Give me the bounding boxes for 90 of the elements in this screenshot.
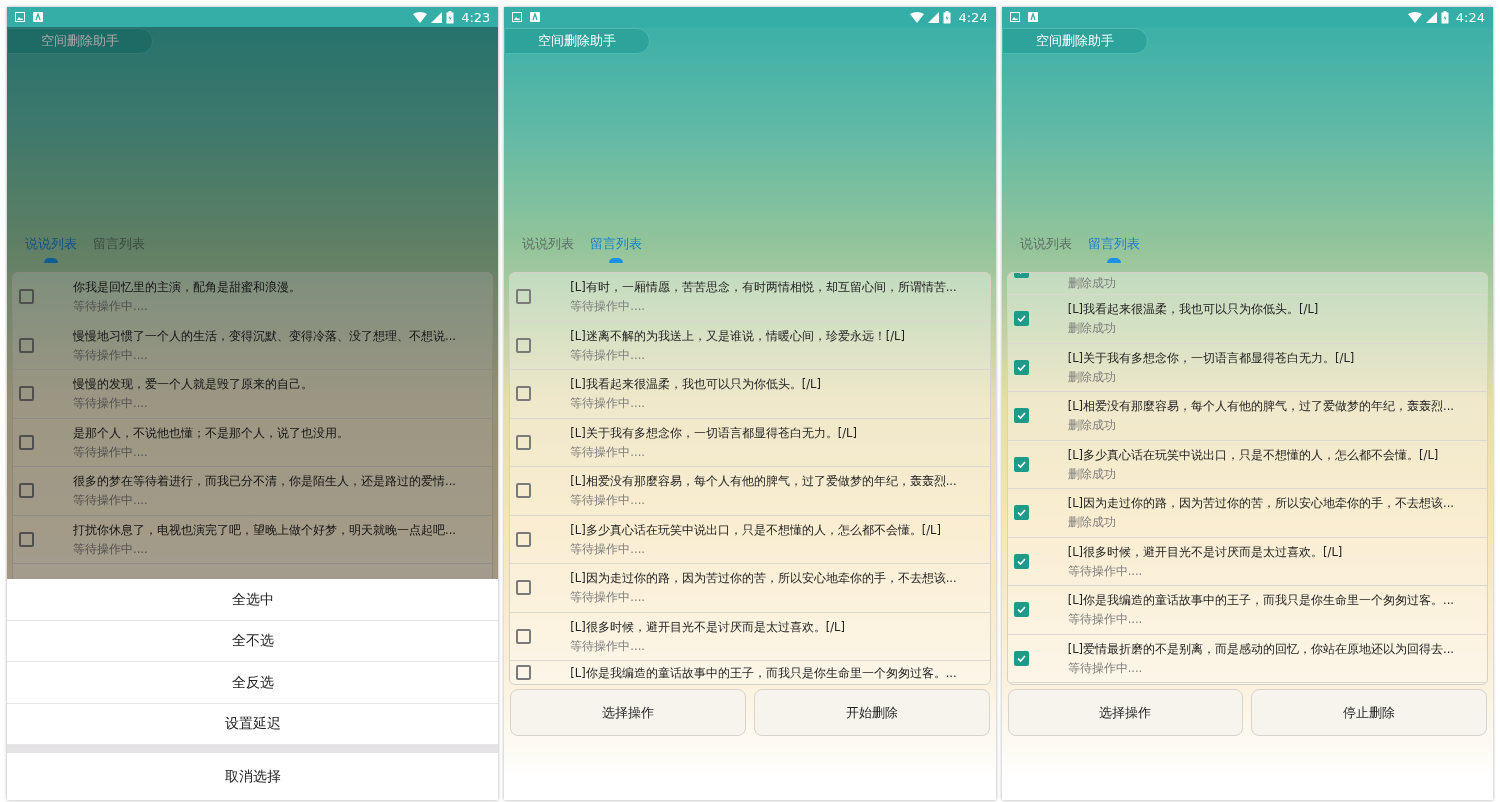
row-status: 删除成功 [1067,418,1117,434]
row-status: 等待操作中.... [570,638,646,654]
action-button[interactable]: 选择操作 [510,689,746,736]
checkbox[interactable] [516,434,532,450]
row-status: 等待操作中.... [570,590,646,606]
sheet-option[interactable]: 全反选 [7,662,499,704]
action-button[interactable]: 开始删除 [754,689,990,736]
row-status: 等待操作中.... [1067,612,1144,628]
checkbox[interactable] [516,628,532,644]
row-status: 等待操作中.... [73,444,149,460]
row-text: [L]关于我有多想念你，一切语言都显得苍白无力。[/L] [1067,349,1355,366]
image-icon [15,12,25,22]
row-status: 等待操作中.... [73,299,149,315]
row-text: [L]关于我有多想念你，一切语言都显得苍白无力。[/L] [570,424,857,441]
row-status: 等待操作中.... [73,396,149,412]
row-text: [L]很多时候，避开目光不是讨厌而是太过喜欢。[/L] [1067,543,1343,560]
row-text: 慢慢地习惯了一个人的生活，变得沉默、变得冷落、没了想理、不想说... [73,327,456,344]
row-status: 删除成功 [1067,515,1117,531]
checkbox[interactable] [516,337,532,353]
row-text: [L]我看起来很温柔，我也可以只为你低头。[/L] [1067,301,1319,318]
app-notification-icon [530,12,541,22]
app-notification-icon [1027,12,1038,22]
row-text: 很多的梦在等待着进行，而我已分不清，你是陌生人，还是路过的爱情... [73,473,456,490]
row-text: [L]你是我编造的童话故事中的王子，而我只是你生命里一个匆匆过客。... [570,665,957,681]
checkbox[interactable] [19,434,34,450]
row-text: [L]迷离不解的为我送上，又是谁说，情暖心间，珍爱永远！[/L] [570,327,905,344]
image-icon [512,12,523,22]
row-text: [L]相爱没有那麼容易，每个人有他的脾气，过了爱做梦的年纪，轰轰烈... [1067,398,1454,415]
row-status: 等待操作中.... [570,299,646,315]
checkbox[interactable] [516,386,532,402]
action-button[interactable]: 停止删除 [1251,689,1487,736]
row-status: 等待操作中.... [1067,660,1144,676]
row-status: 等待操作中.... [73,347,149,363]
row-status: 等待操作中.... [570,541,646,557]
row-status: 删除成功 [1067,369,1117,385]
row-text: [L]相爱没有那麼容易，每个人有他的脾气，过了爱做梦的年纪，轰轰烈... [570,473,957,490]
row-text: [L]我看起来很温柔，我也可以只为你低头。[/L] [570,376,821,393]
signal-icon [928,11,940,23]
row-text: [L]爱情最折磨的不是别离，而是感动的回忆，你站在原地还以为回得去... [1067,640,1454,657]
row-status: 等待操作中.... [570,444,646,460]
row-status: 等待操作中.... [570,347,646,363]
checkbox[interactable] [19,531,34,547]
row-status: 等待操作中.... [570,396,646,412]
row-text: 你我是回忆里的主演，配角是甜蜜和浪漫。 [73,279,301,296]
row-text: [L]多少真心话在玩笑中说出口，只是不想懂的人，怎么都不会懂。[/L] [570,521,941,538]
row-text: 打扰你休息了，电视也演完了吧，望晚上做个好梦，明天就晚一点起吧... [73,521,456,538]
checkbox[interactable] [19,386,34,402]
signal-icon [431,11,443,23]
battery-icon [943,10,952,24]
row-status: 等待操作中.... [570,493,646,509]
app-title: 空间删除助手 [504,28,651,54]
row-status: 等待操作中.... [73,493,149,509]
wifi-icon [1407,11,1422,23]
sheet-option[interactable]: 全不选 [7,620,499,662]
signal-icon [1425,11,1437,23]
row-text: 是那个人，不说他也懂；不是那个人，说了也没用。 [73,424,349,441]
battery-icon [446,10,455,24]
row-status: 删除成功 [1067,321,1117,337]
checkbox[interactable] [19,483,34,499]
sheet-option[interactable]: 全选中 [7,579,499,621]
status-time: 4:24 [958,10,988,24]
status-time: 4:23 [461,10,491,24]
app-title: 空间删除助手 [1001,28,1148,54]
battery-icon [1440,10,1449,24]
checkbox[interactable] [516,665,532,680]
row-text: [L]很多时候，避开目光不是讨厌而是太过喜欢。[/L] [570,618,845,635]
row-status: 删除成功 [1067,466,1117,482]
row-status: 等待操作中.... [73,541,149,557]
action-button[interactable]: 选择操作 [1007,689,1244,736]
row-status: 等待操作中.... [1067,563,1144,579]
checkbox[interactable] [516,483,532,499]
row-text: [L]你是我编造的童话故事中的王子，而我只是你生命里一个匆匆过客。... [1067,592,1454,609]
wifi-icon [413,11,428,23]
row-text: [L]因为走过你的路，因为苦过你的苦，所以安心地牵你的手，不去想该... [1067,495,1454,512]
checkbox[interactable] [516,289,532,305]
cancel-option[interactable]: 取消选择 [7,753,499,800]
wifi-icon [910,11,925,23]
checkbox[interactable] [516,531,532,547]
image-icon [1009,12,1020,22]
app-title: 空间删除助手 [7,28,153,54]
row-text: [L]多少真心话在玩笑中说出口，只是不想懂的人，怎么都不会懂。[/L] [1067,446,1439,463]
row-text: [L]有时，一厢情愿，苦苦思念，有时两情相悦，却互留心间，所谓情苦... [570,279,957,296]
status-time: 4:24 [1455,10,1485,24]
row-text: 慢慢的发现，爱一个人就是毁了原来的自己。 [73,376,313,393]
checkbox[interactable] [19,337,34,353]
checkbox[interactable] [516,580,532,596]
row-text: [L]因为走过你的路，因为苦过你的苦，所以安心地牵你的手，不去想该... [570,570,957,587]
app-notification-icon [33,12,43,22]
row-status: 删除成功 [1067,274,1116,292]
checkbox[interactable] [19,289,34,305]
